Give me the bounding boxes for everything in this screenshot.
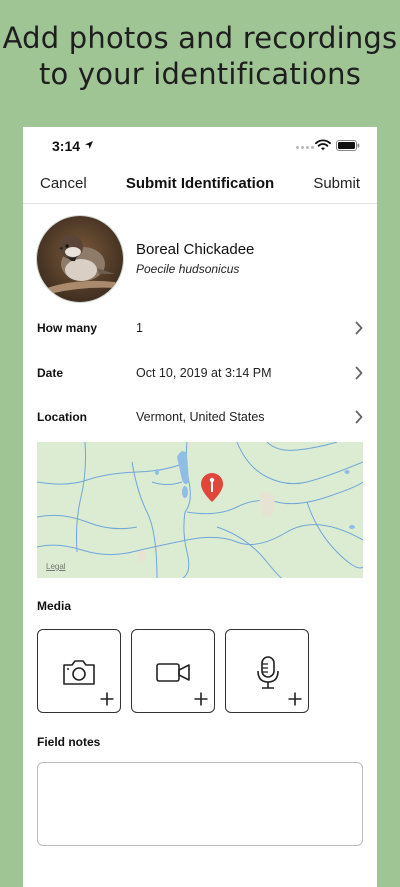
battery-icon xyxy=(336,140,360,151)
species-info: Boreal Chickadee Poecile hudsonicus xyxy=(136,241,254,276)
microphone-icon xyxy=(257,656,279,689)
status-bar: 3:14 xyxy=(23,127,377,167)
plus-icon xyxy=(100,692,114,706)
row-value: Vermont, United States xyxy=(136,410,265,424)
location-map[interactable]: Legal xyxy=(37,442,363,578)
chevron-right-icon xyxy=(355,410,363,424)
navigation-bar: Cancel Submit Identification Submit xyxy=(23,167,377,204)
media-section-label: Media xyxy=(37,599,72,613)
field-notes-label: Field notes xyxy=(37,735,101,749)
map-legal-link[interactable]: Legal xyxy=(46,562,66,571)
headline: Add photos and recordings to your identi… xyxy=(0,20,400,92)
row-value: 1 xyxy=(136,321,143,335)
signal-dots-icon xyxy=(296,146,314,149)
headline-line-1: Add photos and recordings xyxy=(2,21,398,55)
add-video-button[interactable] xyxy=(131,629,215,713)
chevron-right-icon xyxy=(355,321,363,335)
row-label: Date xyxy=(37,366,64,380)
plus-icon xyxy=(194,692,208,706)
species-scientific-name: Poecile hudsonicus xyxy=(136,262,240,276)
species-photo xyxy=(36,215,124,303)
species-common-name: Boreal Chickadee xyxy=(136,241,255,258)
video-camera-icon xyxy=(156,663,190,682)
row-label: Location xyxy=(37,410,87,424)
wifi-icon xyxy=(315,139,331,151)
location-arrow-icon xyxy=(85,141,93,149)
row-how-many[interactable]: How many 1 xyxy=(23,317,377,341)
submit-button[interactable]: Submit xyxy=(313,175,360,192)
add-audio-button[interactable] xyxy=(225,629,309,713)
row-date[interactable]: Date Oct 10, 2019 at 3:14 PM xyxy=(23,362,377,386)
headline-line-2: to your identifications xyxy=(38,57,362,91)
status-time: 3:14 xyxy=(52,138,81,154)
phone-screen: 3:14 Cancel Submit Identification Submit xyxy=(23,127,377,887)
row-location[interactable]: Location Vermont, United States xyxy=(23,406,377,430)
chevron-right-icon xyxy=(355,366,363,380)
field-notes-input[interactable] xyxy=(37,762,363,846)
row-label: How many xyxy=(37,321,98,335)
add-photo-button[interactable] xyxy=(37,629,121,713)
camera-icon xyxy=(63,660,95,685)
plus-icon xyxy=(288,692,302,706)
row-value: Oct 10, 2019 at 3:14 PM xyxy=(136,366,272,380)
